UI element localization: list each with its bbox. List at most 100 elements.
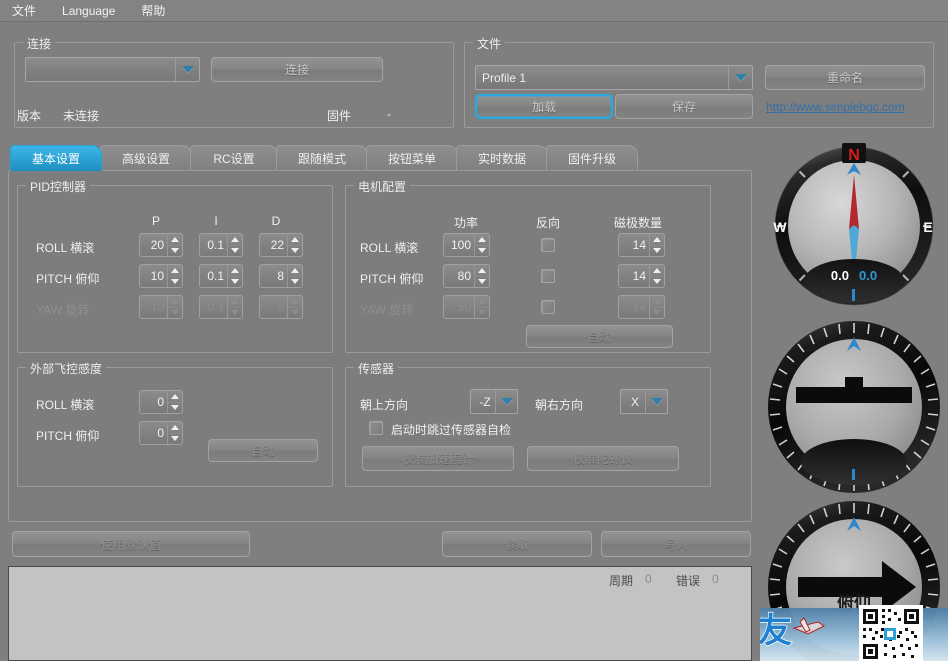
motor-yaw-invert-checkbox[interactable] [541,300,555,314]
gauge-roll-horizon-bar [796,387,912,403]
write-button: 写入 [601,531,751,557]
spinner-up-icon[interactable] [288,234,302,246]
spinner-up-icon[interactable] [650,234,664,246]
spinner-up-icon[interactable] [168,391,182,403]
sensor-right-value: X [630,394,639,409]
profile-select-value: Profile 1 [482,70,527,85]
motor-roll-poles-spinner[interactable]: 14 [618,233,665,257]
motor-yaw-power-value: 50 [457,300,471,314]
tab-button-menu[interactable]: 按钮菜单 [366,145,458,171]
spinner-down-icon[interactable] [475,246,489,257]
spinner-down-icon[interactable] [228,277,242,288]
motor-pitch-poles-spinner[interactable]: 14 [618,264,665,288]
spinner-down-icon[interactable] [168,277,182,288]
spinner-down-icon[interactable] [650,277,664,288]
rename-button[interactable]: 重命名 [765,65,925,90]
motor-pitch-power-spinner[interactable]: 80 [443,264,490,288]
spinner-buttons[interactable] [227,265,242,287]
pid-roll-p-spinner[interactable]: 20 [139,233,183,257]
ext-fc-pitch-value: 0 [157,426,164,440]
spinner-down-icon[interactable] [650,246,664,257]
spinner-down-icon[interactable] [168,434,182,445]
sensor-right-select[interactable]: X [620,389,668,414]
load-button[interactable]: 加载 [475,94,613,119]
calibrate-gyroscope-button: 校准陀螺仪 [527,446,679,471]
menu-item-language[interactable]: Language [58,2,119,20]
spinner-up-icon[interactable] [168,265,182,277]
tab-rc-settings[interactable]: RC设置 [190,145,278,171]
motor-pitch-power-value: 80 [457,269,471,283]
motor-pitch-invert-checkbox[interactable] [541,269,555,283]
spinner-buttons[interactable] [167,391,182,413]
spinner-up-icon[interactable] [168,422,182,434]
log-output[interactable]: 周期 0 错误 0 [8,566,752,661]
spinner-buttons [167,296,182,318]
spinner-up-icon [650,296,664,308]
tab-realtime-data[interactable]: 实时数据 [456,145,548,171]
spinner-buttons[interactable] [167,234,182,256]
menu-bar: 文件 Language 帮助 [0,0,948,22]
motor-pitch-poles-value: 14 [632,269,646,283]
pid-roll-d-value: 22 [270,238,284,252]
version-label: 版本 [17,109,42,123]
motor-roll-poles-value: 14 [632,238,646,252]
tab-firmware-upgrade[interactable]: 固件升级 [546,145,638,171]
spinner-buttons[interactable] [227,234,242,256]
motor-roll-power-spinner[interactable]: 100 [443,233,490,257]
ext-fc-pitch-spinner[interactable]: 0 [139,421,183,445]
use-defaults-button: 使用默认值 [12,531,250,557]
profile-select[interactable]: Profile 1 [475,65,753,90]
spinner-buttons[interactable] [287,234,302,256]
connect-button[interactable]: 连接 [211,57,383,82]
tab-realtime-data-label: 实时数据 [477,152,526,166]
spinner-up-icon[interactable] [475,234,489,246]
calibrate-accelerometer-button-label: 校准加速度计 [401,452,474,466]
tab-basic-settings[interactable]: 基本设置 [10,145,102,171]
sensor-up-label: 朝上方向 [360,398,409,412]
spinner-buttons [474,296,489,318]
spinner-down-icon [168,308,182,319]
spinner-buttons[interactable] [474,265,489,287]
pid-pitch-d-spinner[interactable]: 8 [259,264,303,288]
spinner-up-icon[interactable] [650,265,664,277]
pid-roll-d-spinner[interactable]: 22 [259,233,303,257]
spinner-up-icon[interactable] [228,234,242,246]
spinner-down-icon[interactable] [475,277,489,288]
spinner-up-icon [168,296,182,308]
connection-group-legend: 连接 [23,35,56,52]
spinner-buttons[interactable] [167,422,182,444]
spinner-down-icon[interactable] [168,403,182,414]
spinner-up-icon [288,296,302,308]
spinner-buttons[interactable] [649,234,664,256]
gauge-pane: N E W 0.0 0.0 俯仰 友 [760,141,948,661]
spinner-up-icon[interactable] [475,265,489,277]
spinner-buttons[interactable] [167,265,182,287]
connect-button-label: 连接 [284,63,309,77]
pid-roll-i-spinner[interactable]: 0.1 [199,233,243,257]
sensor-group: 传感器 朝上方向 -Z 朝右方向 X 启动时跳过传感器自检 校准加速度计 校准陀… [345,360,711,487]
spinner-up-icon[interactable] [288,265,302,277]
basic-settings-panel: PID控制器 P I D ROLL 横滚 20 0.1 22 PITCH 俯仰 … [8,170,752,522]
spinner-down-icon[interactable] [288,246,302,257]
ext-fc-roll-spinner[interactable]: 0 [139,390,183,414]
tab-follow-mode[interactable]: 跟随模式 [276,145,368,171]
spinner-up-icon[interactable] [228,265,242,277]
save-button[interactable]: 保存 [615,94,753,119]
spinner-down-icon[interactable] [168,246,182,257]
port-select[interactable] [25,57,200,82]
pid-pitch-i-spinner[interactable]: 0.1 [199,264,243,288]
spinner-buttons[interactable] [287,265,302,287]
motor-roll-invert-checkbox[interactable] [541,238,555,252]
sensor-skip-selftest-checkbox[interactable] [369,421,383,435]
spinner-buttons[interactable] [474,234,489,256]
spinner-down-icon[interactable] [288,277,302,288]
spinner-down-icon[interactable] [228,246,242,257]
spinner-up-icon[interactable] [168,234,182,246]
menu-item-file[interactable]: 文件 [8,0,40,21]
website-link[interactable]: http://www.simplebgc.com [766,100,905,114]
sensor-up-select[interactable]: -Z [470,389,518,414]
tab-advanced-settings[interactable]: 高级设置 [100,145,192,171]
pid-pitch-p-spinner[interactable]: 10 [139,264,183,288]
menu-item-help[interactable]: 帮助 [137,0,169,21]
spinner-buttons[interactable] [649,265,664,287]
